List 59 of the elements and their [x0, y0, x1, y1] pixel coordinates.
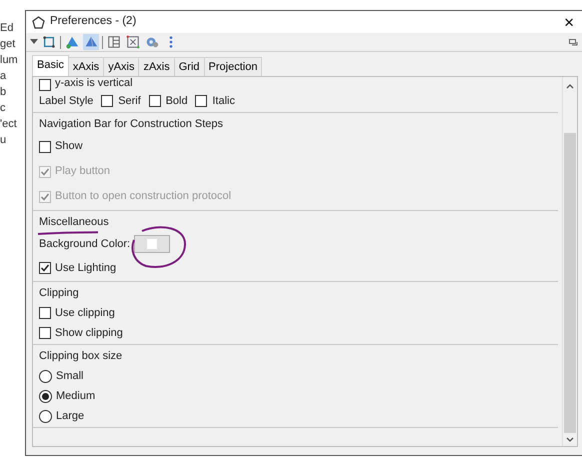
checkbox[interactable]: [39, 140, 51, 152]
checkbox[interactable]: [101, 95, 114, 107]
checkbox-label: Use clipping: [55, 306, 115, 321]
checkbox-label: Bold: [166, 94, 188, 109]
section-title: Clipping: [39, 286, 79, 301]
undock-icon[interactable]: [569, 38, 578, 46]
radio-label: Small: [56, 368, 84, 384]
window-title: Preferences - (2): [50, 14, 138, 30]
checkbox[interactable]: [39, 307, 51, 319]
background-text: get: [0, 37, 16, 52]
radio-button[interactable]: [39, 410, 52, 422]
section-title: Clipping box size: [39, 349, 122, 364]
checkbox-label: Show clipping: [55, 326, 123, 341]
background-text: u: [0, 133, 8, 148]
checkbox-label: Italic: [212, 94, 235, 109]
annotation-underline: [37, 231, 99, 235]
background-text: lum: [0, 53, 19, 68]
tab[interactable]: zAxis: [138, 57, 175, 76]
tab[interactable]: yAxis: [103, 57, 140, 76]
checkbox[interactable]: [39, 327, 51, 339]
dropdown-icon[interactable]: [30, 39, 38, 45]
checkbox[interactable]: [195, 95, 208, 107]
app-icon: [32, 16, 45, 28]
pyramid-icon[interactable]: [64, 34, 80, 50]
cube-icon[interactable]: [41, 34, 57, 50]
background-text: b: [0, 85, 8, 100]
radio-label: Large: [56, 408, 84, 424]
checkbox-label: y-axis is vertical: [55, 77, 133, 90]
section-title: Miscellaneous: [39, 215, 109, 230]
checkbox[interactable]: [39, 79, 51, 91]
checkbox-label: Button to open construction protocol: [55, 189, 232, 204]
checkbox-label: Play button: [55, 164, 110, 180]
tab[interactable]: Basic: [32, 55, 69, 76]
checkbox[interactable]: [39, 262, 51, 274]
tab[interactable]: xAxis: [68, 57, 104, 76]
background-text: a: [0, 69, 8, 84]
background-text: c: [0, 101, 6, 116]
checkbox-label: Show: [55, 139, 83, 154]
scroll-thumb[interactable]: [564, 133, 576, 433]
checkbox-label: Use Lighting: [55, 260, 116, 276]
tab[interactable]: Projection: [204, 57, 262, 76]
background-text: Ed: [0, 21, 14, 36]
radio-button[interactable]: [39, 390, 52, 402]
close-button[interactable]: ×: [562, 14, 576, 30]
radio-button[interactable]: [39, 370, 52, 382]
field-label: Label Style: [39, 94, 94, 109]
scroll-up-icon[interactable]: [566, 83, 574, 89]
pyramid-icon[interactable]: [83, 34, 99, 50]
checkbox[interactable]: [148, 95, 161, 107]
tab[interactable]: Grid: [174, 57, 205, 76]
radio-label: Medium: [56, 388, 96, 404]
section-title: Navigation Bar for Construction Steps: [39, 117, 224, 132]
layout-icon[interactable]: [106, 34, 122, 50]
background-text: 'ect: [0, 117, 18, 132]
checkbox-label: Serif: [118, 94, 141, 109]
scroll-down-icon[interactable]: [566, 437, 574, 443]
grid-icon[interactable]: [125, 34, 141, 50]
field-label: Background Color:: [39, 238, 130, 250]
color-button[interactable]: [134, 235, 170, 253]
